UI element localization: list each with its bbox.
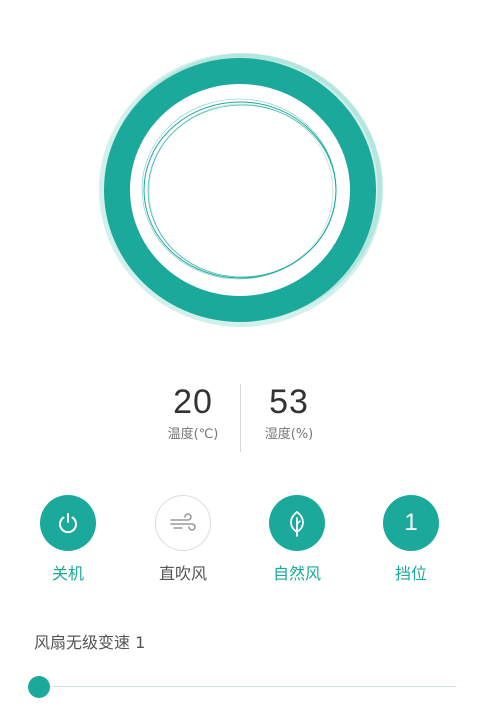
humidity-label: 湿度(%) (264, 427, 314, 442)
humidity-value: 53 (269, 383, 309, 421)
gear-level-button[interactable]: 1 挡位 (361, 495, 461, 584)
natural-wind-button[interactable]: 自然风 (247, 495, 347, 584)
fan-control-screen: 20 温度(℃) 53 湿度(%) 关机 直吹风 自然风 1 挡位 风扇无级变速… (0, 0, 480, 720)
fan-ring-graphic (99, 53, 383, 327)
direct-wind-button-label: 直吹风 (158, 564, 207, 583)
natural-wind-button-circle[interactable] (269, 495, 325, 551)
wind-icon (170, 513, 196, 531)
leaf-icon (290, 511, 304, 537)
power-button[interactable]: 关机 (18, 495, 118, 584)
direct-wind-button-circle[interactable] (155, 495, 211, 551)
slider-track[interactable] (38, 686, 456, 687)
readings-divider (240, 384, 241, 452)
fan-status-ring (95, 50, 385, 330)
slider-thumb[interactable] (28, 676, 50, 698)
power-button-circle[interactable] (40, 495, 96, 551)
power-button-label: 关机 (51, 564, 84, 583)
fan-speed-label: 风扇无级变速 1 (34, 633, 146, 652)
control-buttons: 关机 直吹风 自然风 1 挡位 (0, 495, 480, 595)
gear-level-value: 1 (404, 509, 418, 536)
gear-level-button-circle[interactable]: 1 (383, 495, 439, 551)
natural-wind-button-label: 自然风 (272, 564, 321, 583)
power-icon (59, 513, 77, 534)
fan-speed-slider[interactable] (28, 675, 456, 699)
humidity-reading: 53 湿度(%) (229, 380, 349, 446)
direct-wind-button[interactable]: 直吹风 (133, 495, 233, 584)
gear-level-button-label: 挡位 (394, 564, 427, 583)
